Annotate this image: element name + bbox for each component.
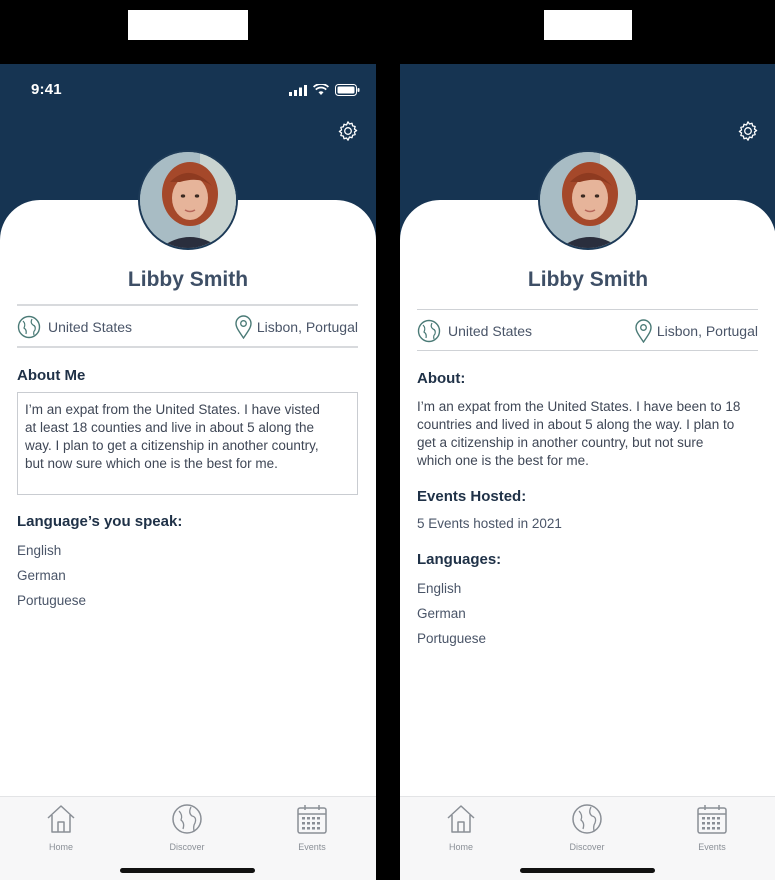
languages-title: Languages: (417, 551, 502, 568)
tab-label: Discover (569, 842, 605, 852)
tab-discover[interactable]: Discover (157, 803, 217, 852)
profile-avatar (138, 150, 238, 250)
about-text: I’m an expat from the United States. I h… (417, 398, 762, 470)
languages-title: Language’s you speak: (17, 513, 183, 530)
profile-avatar (538, 150, 638, 250)
about-line: I’m an expat from the United States. I h… (417, 399, 741, 414)
tab-events[interactable]: Events (282, 803, 342, 852)
home-icon (47, 805, 75, 833)
about-title: About: (417, 370, 466, 387)
calendar-icon (297, 805, 327, 834)
country-text: United States (448, 323, 533, 339)
divider (17, 304, 358, 306)
home-indicator (120, 868, 255, 873)
before-label-redacted (128, 10, 248, 40)
location-pin-icon (235, 315, 252, 339)
home-indicator (520, 868, 655, 873)
country-text: United States (48, 319, 133, 335)
about-line: I’m an expat from the United States. I h… (25, 402, 320, 417)
status-time: 9:41 (31, 81, 62, 98)
language-item: Portuguese (17, 593, 87, 608)
settings-gear-icon[interactable] (737, 120, 759, 142)
calendar-icon (697, 805, 727, 834)
after-label-redacted (544, 10, 632, 40)
battery-icon (335, 84, 360, 96)
about-title: About Me (17, 367, 86, 384)
home-icon (447, 805, 475, 833)
status-bar: 9:41 (0, 64, 376, 116)
language-item: English (417, 581, 462, 596)
about-textarea[interactable]: I’m an expat from the United States. I h… (17, 392, 358, 495)
about-line: countries and lived in about 5 along the… (417, 417, 735, 432)
location-row: United States Lisbon, Portugal (17, 314, 358, 340)
location-text: Lisbon, Portugal (656, 323, 758, 339)
divider (417, 350, 758, 351)
signal-icon (289, 84, 307, 96)
location-row: United States Lisbon, Portugal (417, 318, 758, 344)
about-line: which one is the best for me. (417, 453, 589, 468)
globe-icon (572, 804, 602, 834)
divider (17, 346, 358, 348)
profile-name: Libby Smith (527, 268, 649, 291)
about-line: at least 18 counties and live in about 5… (25, 420, 314, 435)
phone-before: 9:41 Libby Smith United States Lisbon, P… (0, 64, 376, 880)
language-item: Portuguese (417, 631, 487, 646)
tab-label: Events (298, 842, 326, 852)
language-item: German (17, 568, 66, 583)
location-text: Lisbon, Portugal (256, 319, 358, 335)
globe-icon (417, 319, 441, 343)
wifi-icon (313, 84, 329, 95)
profile-card (400, 200, 775, 880)
tab-home[interactable]: Home (431, 803, 491, 852)
about-line: but now sure which one is the best for m… (25, 456, 278, 471)
language-item: German (417, 606, 466, 621)
tab-home[interactable]: Home (31, 803, 91, 852)
globe-icon (17, 315, 41, 339)
language-item: English (17, 543, 62, 558)
tab-label: Discover (169, 842, 205, 852)
profile-name: Libby Smith (127, 268, 249, 291)
about-line: way. I plan to get a citizenship in anot… (25, 438, 319, 453)
events-hosted-title: Events Hosted: (417, 488, 527, 505)
settings-gear-icon[interactable] (337, 120, 359, 142)
globe-icon (172, 804, 202, 834)
events-hosted-value: 5 Events hosted in 2021 (417, 516, 562, 531)
about-line: get a citizenship in another country, bu… (417, 435, 704, 450)
divider (417, 309, 758, 310)
tab-events[interactable]: Events (682, 803, 742, 852)
tab-discover[interactable]: Discover (557, 803, 617, 852)
tab-label: Home (48, 842, 73, 852)
profile-card (0, 200, 376, 880)
location-pin-icon (635, 319, 652, 343)
tab-label: Home (448, 842, 473, 852)
tab-label: Events (698, 842, 726, 852)
phone-after: Libby Smith United States Lisbon, Portug… (400, 64, 775, 880)
